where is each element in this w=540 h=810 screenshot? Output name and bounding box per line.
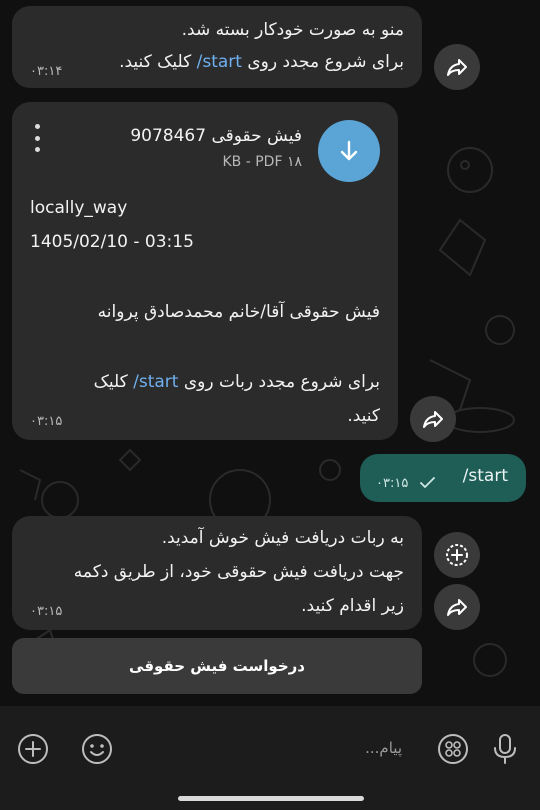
message-text: کلیک کنید. [119, 52, 197, 72]
home-indicator[interactable] [178, 796, 364, 801]
caption-username: locally_way [30, 198, 128, 218]
message-bubble-menu-closed: منو به صورت خودکار بسته شد. برای شروع مج… [12, 6, 422, 88]
forward-button[interactable] [434, 44, 480, 90]
attach-button[interactable] [14, 730, 52, 768]
forward-icon [447, 59, 467, 76]
apps-button[interactable] [434, 730, 472, 768]
message-time: ۰۳:۱۵ [30, 414, 63, 429]
emoji-button[interactable] [78, 730, 116, 768]
kebab-menu-icon [34, 124, 40, 129]
message-time: ۰۳:۱۵ [376, 476, 409, 491]
start-command-link[interactable]: /start [133, 372, 178, 392]
message-bubble-welcome: به ربات دریافت فیش خوش آمدید. جهت دریافت… [12, 516, 422, 630]
message-text-line: برای شروع مجدد روی /start کلیک کنید. [119, 52, 404, 72]
caption-restart-line2: کنید. [347, 406, 380, 426]
plus-circle-icon [18, 734, 48, 764]
message-text-line: منو به صورت خودکار بسته شد. [181, 20, 404, 40]
request-payslip-label: درخواست فیش حقوقی [129, 657, 305, 675]
message-time: ۰۳:۱۴ [30, 64, 63, 79]
message-text: /start [462, 466, 508, 486]
message-text: کلیک [93, 372, 134, 392]
message-text: برای شروع مجدد ربات روی [178, 372, 380, 392]
file-menu-button[interactable] [33, 124, 41, 152]
voice-record-button[interactable] [486, 730, 524, 768]
grid-icon [438, 734, 468, 764]
message-input[interactable]: پیام... [162, 739, 402, 757]
message-text-line: به ربات دریافت فیش خوش آمدید. [161, 528, 404, 548]
message-text-line: زیر اقدام کنید. [301, 596, 404, 616]
single-check-icon [420, 477, 435, 489]
caption-datetime: 1405/02/10 - 03:15 [30, 232, 194, 252]
forward-icon [447, 599, 467, 616]
microphone-icon [494, 734, 516, 764]
request-payslip-button[interactable]: درخواست فیش حقوقی [12, 638, 422, 694]
message-text: برای شروع مجدد روی [241, 52, 404, 72]
forward-button[interactable] [434, 584, 480, 630]
file-name: فیش حقوقی 9078467 [130, 126, 302, 146]
caption-name: فیش حقوقی آقا/خانم محمدصادق پروانه [97, 302, 380, 322]
download-file-button[interactable] [318, 120, 380, 182]
message-time: ۰۳:۱۵ [30, 604, 63, 619]
forward-icon [423, 411, 443, 428]
file-meta: ۱۸ KB - PDF [222, 154, 302, 170]
message-text-line: جهت دریافت فیش حقوقی خود، از طریق دکمه [73, 562, 404, 582]
add-reaction-button[interactable] [434, 532, 480, 578]
message-input-bar: پیام... [0, 706, 540, 810]
add-circle-icon [446, 544, 468, 566]
smiley-icon [82, 734, 112, 764]
forward-button[interactable] [410, 396, 456, 442]
start-command-link[interactable]: /start [197, 52, 242, 72]
outgoing-message-start: /start ۰۳:۱۵ [360, 454, 526, 502]
download-arrow-icon [340, 140, 358, 161]
caption-restart-line: برای شروع مجدد ربات روی /start کلیک [94, 372, 380, 392]
message-bubble-payslip-file: فیش حقوقی 9078467 ۱۸ KB - PDF locally_wa… [12, 102, 398, 440]
